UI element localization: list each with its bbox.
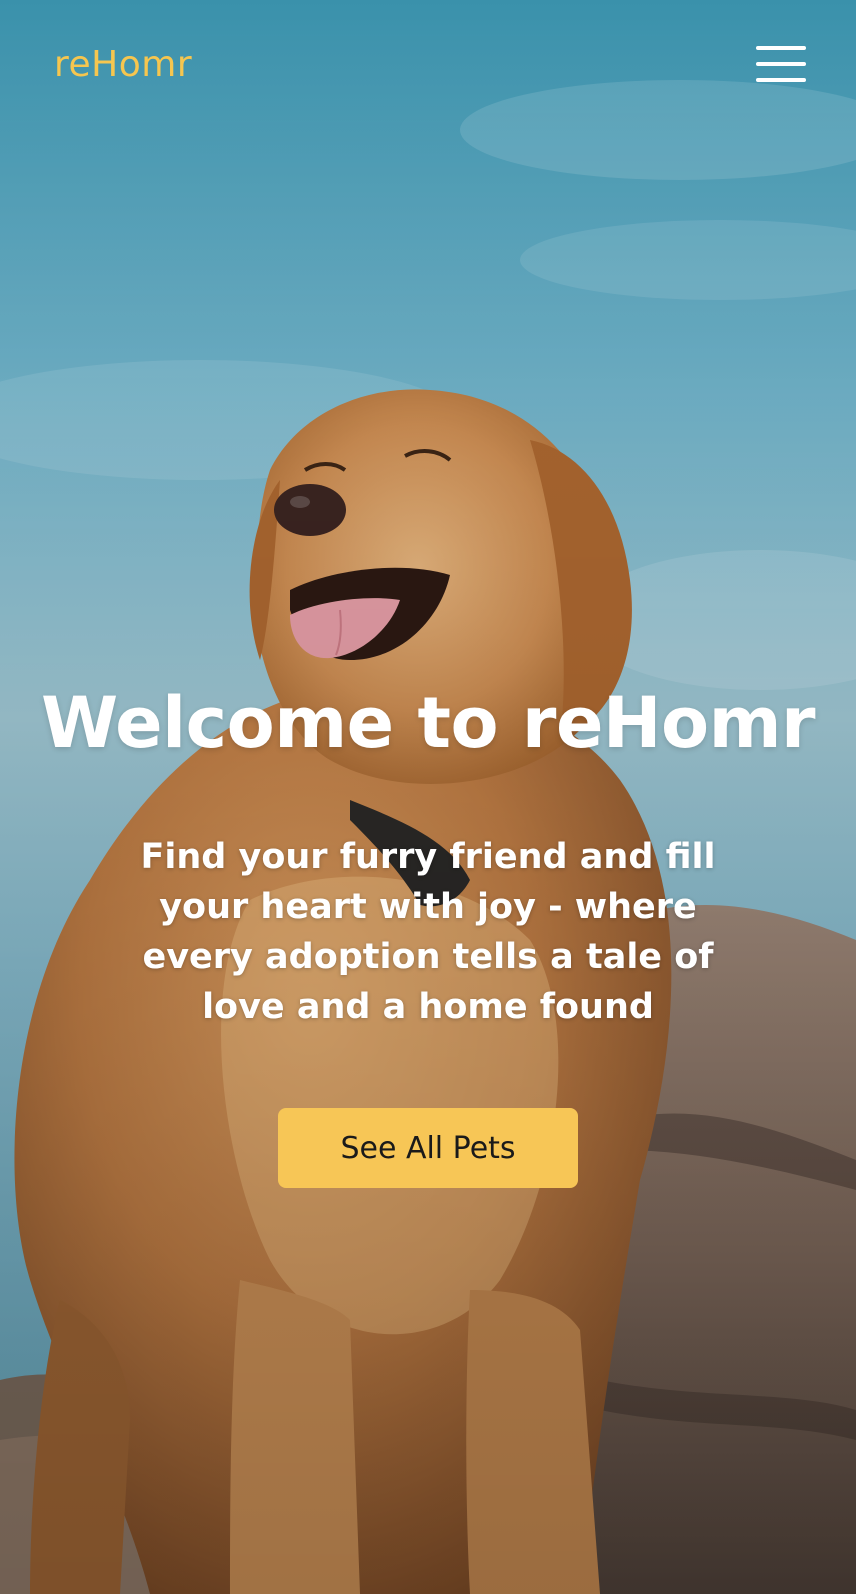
menu-bar-bottom [756, 78, 806, 82]
logo[interactable]: reHomr [54, 44, 192, 85]
hero-title: Welcome to reHomr [40, 682, 816, 764]
menu-bar-top [756, 46, 806, 50]
hero-background-image [0, 0, 856, 1594]
menu-bar-middle [756, 62, 806, 66]
site-header: reHomr [0, 0, 856, 140]
hamburger-menu-icon[interactable] [756, 44, 810, 84]
hero-section: reHomr Welcome to reHomr Find your furry… [0, 0, 856, 1594]
hero-subtitle: Find your furry friend and fill your hea… [140, 837, 716, 1027]
see-all-pets-button[interactable]: See All Pets [278, 1108, 578, 1188]
